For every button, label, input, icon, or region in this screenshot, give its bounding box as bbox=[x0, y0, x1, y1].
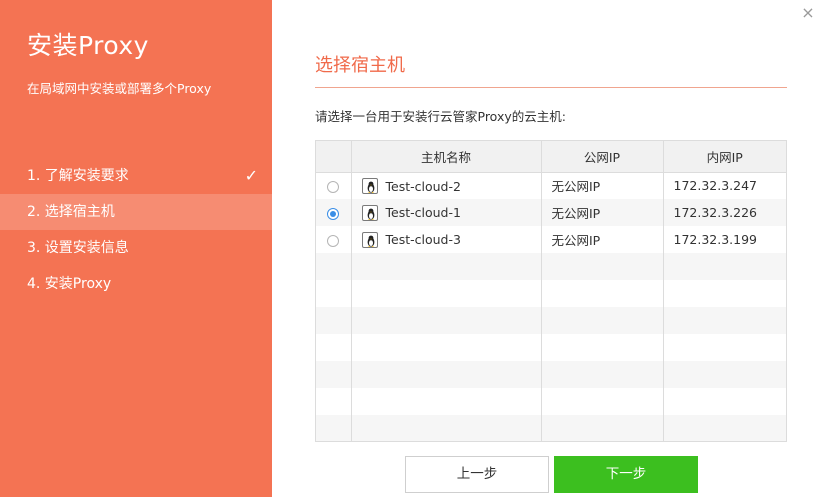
instruction-text: 请选择一台用于安装行云管家Proxy的云主机: bbox=[315, 109, 566, 124]
host-radio[interactable] bbox=[327, 234, 340, 247]
empty-row bbox=[316, 361, 786, 388]
table-row[interactable]: Test-cloud-1 无公网IP 172.32.3.226 bbox=[316, 199, 786, 226]
host-radio-selected[interactable] bbox=[327, 207, 340, 220]
table-row[interactable]: Test-cloud-3 无公网IP 172.32.3.199 bbox=[316, 226, 786, 253]
step-label: 1. 了解安装要求 bbox=[27, 168, 129, 184]
empty-row bbox=[316, 280, 786, 307]
host-name: Test-cloud-1 bbox=[385, 205, 461, 221]
empty-row bbox=[316, 388, 786, 415]
step-install-proxy: 4. 安装Proxy bbox=[0, 266, 272, 302]
column-header-host-name: 主机名称 bbox=[351, 141, 542, 173]
close-icon[interactable]: × bbox=[795, 0, 821, 26]
host-name: Test-cloud-3 bbox=[385, 232, 461, 248]
step-install-settings: 3. 设置安装信息 bbox=[0, 230, 272, 266]
wizard-main: 选择宿主机 请选择一台用于安装行云管家Proxy的云主机: 主机名称 公网IP … bbox=[315, 0, 787, 497]
empty-row bbox=[316, 334, 786, 361]
private-ip: 172.32.3.199 bbox=[673, 232, 758, 247]
section-heading: 选择宿主机 bbox=[315, 55, 405, 76]
step-label: 4. 安装Proxy bbox=[27, 276, 112, 292]
host-table: 主机名称 公网IP 内网IP Test-cloud-2 无公网IP 172.32… bbox=[315, 140, 787, 442]
linux-icon bbox=[361, 178, 378, 194]
step-label: 2. 选择宿主机 bbox=[27, 204, 115, 220]
next-button[interactable]: 下一步 bbox=[554, 456, 698, 493]
empty-row bbox=[316, 415, 786, 441]
table-row[interactable]: Test-cloud-2 无公网IP 172.32.3.247 bbox=[316, 172, 786, 199]
linux-icon bbox=[361, 231, 378, 248]
empty-row bbox=[316, 253, 786, 280]
step-select-host: 2. 选择宿主机 bbox=[0, 194, 272, 230]
wizard-sidebar: 安装Proxy 在局域网中安装或部署多个Proxy 1. 了解安装要求 ✓ 2.… bbox=[0, 0, 272, 497]
host-radio[interactable] bbox=[327, 180, 340, 193]
wizard-subtitle: 在局域网中安装或部署多个Proxy bbox=[27, 81, 212, 96]
step-understand-requirements: 1. 了解安装要求 ✓ bbox=[0, 158, 272, 194]
check-icon: ✓ bbox=[244, 166, 258, 185]
heading-divider bbox=[315, 87, 787, 88]
private-ip: 172.32.3.247 bbox=[673, 178, 758, 194]
previous-button[interactable]: 上一步 bbox=[405, 456, 549, 493]
table-header-row: 主机名称 公网IP 内网IP bbox=[316, 141, 786, 173]
public-ip: 无公网IP bbox=[551, 179, 601, 195]
column-header-private-ip: 内网IP bbox=[663, 141, 786, 173]
private-ip: 172.32.3.226 bbox=[673, 205, 758, 220]
wizard-steps: 1. 了解安装要求 ✓ 2. 选择宿主机 3. 设置安装信息 4. 安装Prox… bbox=[0, 158, 272, 302]
empty-row bbox=[316, 307, 786, 334]
column-header-select bbox=[316, 141, 352, 173]
public-ip: 无公网IP bbox=[551, 233, 601, 248]
wizard-title: 安装Proxy bbox=[27, 31, 149, 60]
step-label: 3. 设置安装信息 bbox=[27, 240, 129, 256]
column-header-public-ip: 公网IP bbox=[541, 141, 664, 173]
linux-icon bbox=[361, 204, 378, 221]
public-ip: 无公网IP bbox=[551, 206, 601, 221]
host-name: Test-cloud-2 bbox=[385, 178, 461, 194]
